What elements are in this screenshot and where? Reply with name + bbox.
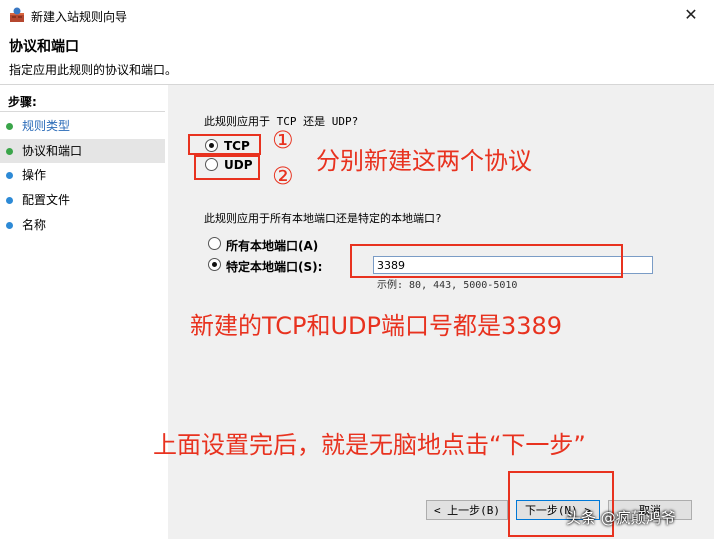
ports-highlight-box <box>350 244 623 278</box>
step-complete-icon <box>6 123 13 130</box>
step-label: 操作 <box>22 168 47 182</box>
all-ports-label[interactable]: 所有本地端口(A) <box>226 237 318 254</box>
page-title: 协议和端口 <box>9 39 79 55</box>
annotation-number-1: ① <box>272 126 294 154</box>
step-pending-icon <box>6 172 13 179</box>
step-current-icon <box>6 148 13 155</box>
step-action[interactable]: 操作 <box>0 163 165 187</box>
all-ports-radio[interactable] <box>208 237 221 250</box>
step-label: 规则类型 <box>22 119 71 133</box>
step-profile[interactable]: 配置文件 <box>0 188 165 212</box>
ports-question: 此规则应用于所有本地端口还是特定的本地端口? <box>204 212 442 225</box>
steps-sidebar: 步骤: 规则类型 协议和端口 操作 配置文件 名称 <box>0 85 165 539</box>
specific-ports-label[interactable]: 特定本地端口(S): <box>226 258 322 275</box>
step-label: 配置文件 <box>22 193 71 207</box>
window-title: 新建入站规则向导 <box>31 10 128 24</box>
udp-highlight-box <box>194 155 260 180</box>
page-description: 指定应用此规则的协议和端口。 <box>9 63 178 77</box>
close-button[interactable]: ✕ <box>668 0 714 30</box>
tcp-highlight-box <box>188 134 261 155</box>
step-label: 名称 <box>22 218 47 232</box>
step-pending-icon <box>6 197 13 204</box>
firewall-app-icon <box>10 7 24 22</box>
annotation-protocols: 分别新建这两个协议 <box>316 147 532 175</box>
step-rule-type[interactable]: 规则类型 <box>0 114 165 138</box>
back-button[interactable]: < 上一步(B) <box>426 500 508 520</box>
step-label: 协议和端口 <box>22 144 83 158</box>
steps-divider <box>0 111 165 112</box>
specific-ports-radio[interactable] <box>208 258 221 271</box>
step-protocol-and-ports[interactable]: 协议和端口 <box>0 139 165 163</box>
annotation-number-2: ② <box>272 162 294 190</box>
annotation-port: 新建的TCP和UDP端口号都是3389 <box>190 312 563 340</box>
annotation-next: 上面设置完后，就是无脑地点击“下一步” <box>153 431 586 459</box>
steps-label: 步骤: <box>8 95 37 109</box>
step-name[interactable]: 名称 <box>0 213 165 237</box>
ports-example-hint: 示例: 80, 443, 5000-5010 <box>377 280 518 291</box>
watermark: 头条 @疯颠鸿爷 <box>566 509 676 527</box>
step-pending-icon <box>6 222 13 229</box>
title-bar: 新建入站规则向导 ✕ <box>0 0 714 30</box>
